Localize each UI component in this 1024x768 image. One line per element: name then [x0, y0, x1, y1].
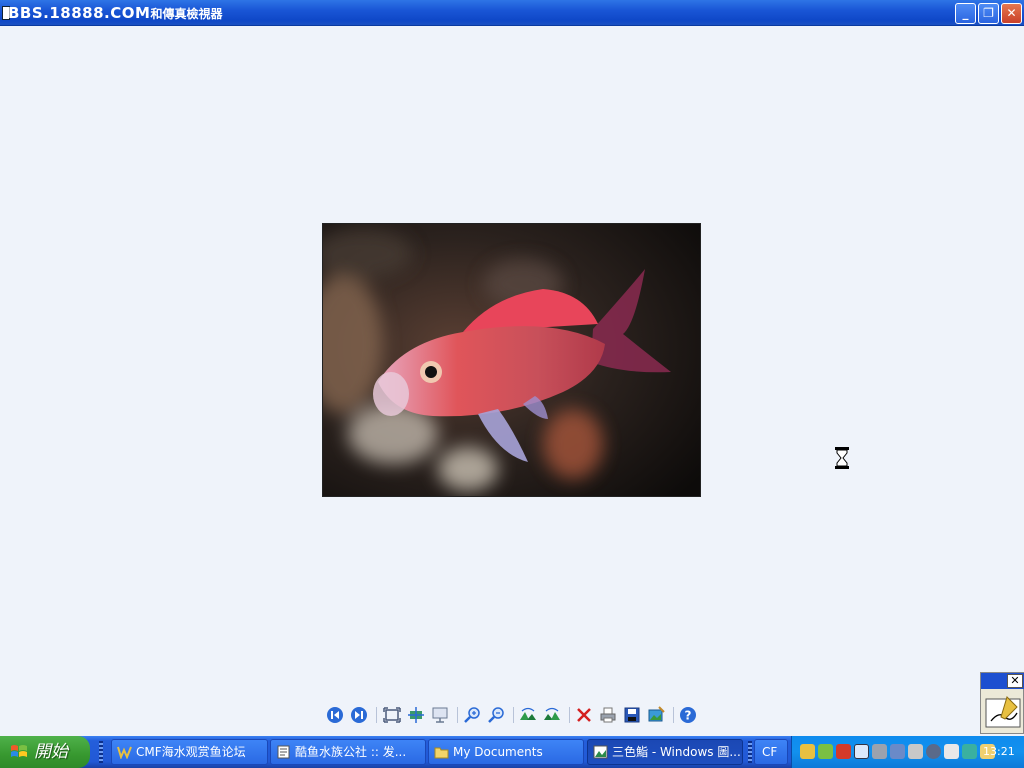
help-icon: ?: [680, 707, 696, 723]
title-bar[interactable]: BBS.18888.COM和傳真檢視器 _ ❐ ✕: [0, 0, 1024, 26]
previous-icon: [327, 707, 343, 723]
best-fit-icon: [383, 707, 401, 723]
antivirus-icon[interactable]: [836, 744, 851, 759]
save-disk-icon: [624, 707, 640, 723]
taskbar-item-label: 酷鱼水族公社 :: 发...: [295, 745, 407, 759]
zoom-out-button[interactable]: [487, 706, 505, 724]
title-site: BBS.18888.COM: [8, 4, 151, 22]
taskbar-item-cf[interactable]: CF: [754, 739, 788, 765]
svg-text:?: ?: [685, 709, 692, 723]
taskbar-item-label: My Documents: [453, 745, 543, 759]
taskbar-item-label: 三色鮨 - Windows 圖...: [612, 745, 741, 759]
start-button[interactable]: 開始: [0, 736, 90, 768]
zoom-out-icon: [488, 707, 504, 723]
start-label: 開始: [34, 742, 68, 762]
toolbar-separator: [569, 707, 570, 723]
actual-size-icon: [408, 707, 424, 723]
pen-signature-icon[interactable]: [985, 693, 1023, 731]
printer-icon[interactable]: [872, 744, 887, 759]
rotate-counterclockwise-button[interactable]: [543, 706, 561, 724]
windows-logo-icon: [11, 745, 27, 757]
taskbar-item-label: CF: [762, 745, 778, 759]
clock-icon[interactable]: [926, 744, 941, 759]
taskbar-item-cmf-forum[interactable]: CMF海水观赏鱼论坛: [111, 739, 268, 765]
browser-icon: [117, 746, 132, 759]
mini-close-button[interactable]: ✕: [1007, 674, 1023, 688]
document-icon: [277, 745, 290, 759]
title-rest: 和傳真檢視器: [150, 7, 223, 21]
slideshow-icon: [432, 707, 448, 723]
taskbar: 開始 CMF海水观赏鱼论坛 酷鱼水族公社 :: 发... My Document…: [0, 736, 1024, 768]
delete-icon: [577, 708, 591, 722]
taskbar-item-kuyu-forum[interactable]: 酷鱼水族公社 :: 发...: [270, 739, 426, 765]
quick-launch-grip[interactable]: [99, 741, 103, 763]
printer-icon: [600, 707, 616, 723]
zoom-in-icon: [464, 707, 480, 723]
volume-icon[interactable]: [944, 744, 959, 759]
print-button[interactable]: [599, 706, 617, 724]
ime-icon[interactable]: [962, 744, 977, 759]
toolbar-separator: [513, 707, 514, 723]
fish-photo: [323, 224, 700, 496]
window-title: BBS.18888.COM和傳真檢視器: [8, 4, 222, 22]
toolbar-grip[interactable]: [748, 741, 752, 763]
taskbar-item-label: CMF海水观赏鱼论坛: [136, 745, 246, 759]
folder-icon: [434, 747, 449, 759]
restore-button[interactable]: ❐: [978, 3, 999, 24]
minimize-button[interactable]: _: [955, 3, 976, 24]
slideshow-button[interactable]: [431, 706, 449, 724]
maxthon-icon[interactable]: [800, 744, 815, 759]
edit-image-icon: [648, 706, 665, 722]
next-icon: [351, 707, 367, 723]
user-icon[interactable]: [818, 744, 833, 759]
delete-button[interactable]: [575, 706, 593, 724]
floating-mini-window[interactable]: ✕: [980, 672, 1024, 734]
taskbar-item-my-documents[interactable]: My Documents: [428, 739, 584, 765]
previous-image-button[interactable]: [326, 706, 344, 724]
help-button[interactable]: ?: [679, 706, 697, 724]
actual-size-button[interactable]: [407, 706, 425, 724]
toolbar-separator: [457, 707, 458, 723]
next-image-button[interactable]: [350, 706, 368, 724]
tool-icon[interactable]: [908, 744, 923, 759]
viewer-toolbar: ?: [326, 704, 702, 726]
toolbar-separator: [376, 707, 377, 723]
rotate-clockwise-icon: [520, 707, 536, 720]
rotate-counterclockwise-icon: [544, 707, 560, 720]
open-for-editing-button[interactable]: [647, 706, 665, 724]
rotate-clockwise-button[interactable]: [519, 706, 537, 724]
hourglass-cursor-icon: [835, 447, 849, 469]
toolbar-separator: [673, 707, 674, 723]
viewer-image: [322, 223, 701, 497]
close-button[interactable]: ✕: [1001, 3, 1022, 24]
taskbar-item-image-viewer[interactable]: 三色鮨 - Windows 圖...: [587, 739, 743, 765]
network-icon[interactable]: [854, 744, 869, 759]
zoom-in-button[interactable]: [463, 706, 481, 724]
speaker-icon[interactable]: [890, 744, 905, 759]
image-viewer-icon: [593, 745, 608, 759]
clock[interactable]: 13:21: [983, 736, 1015, 768]
copy-to-button[interactable]: [623, 706, 641, 724]
best-fit-button[interactable]: [383, 706, 401, 724]
